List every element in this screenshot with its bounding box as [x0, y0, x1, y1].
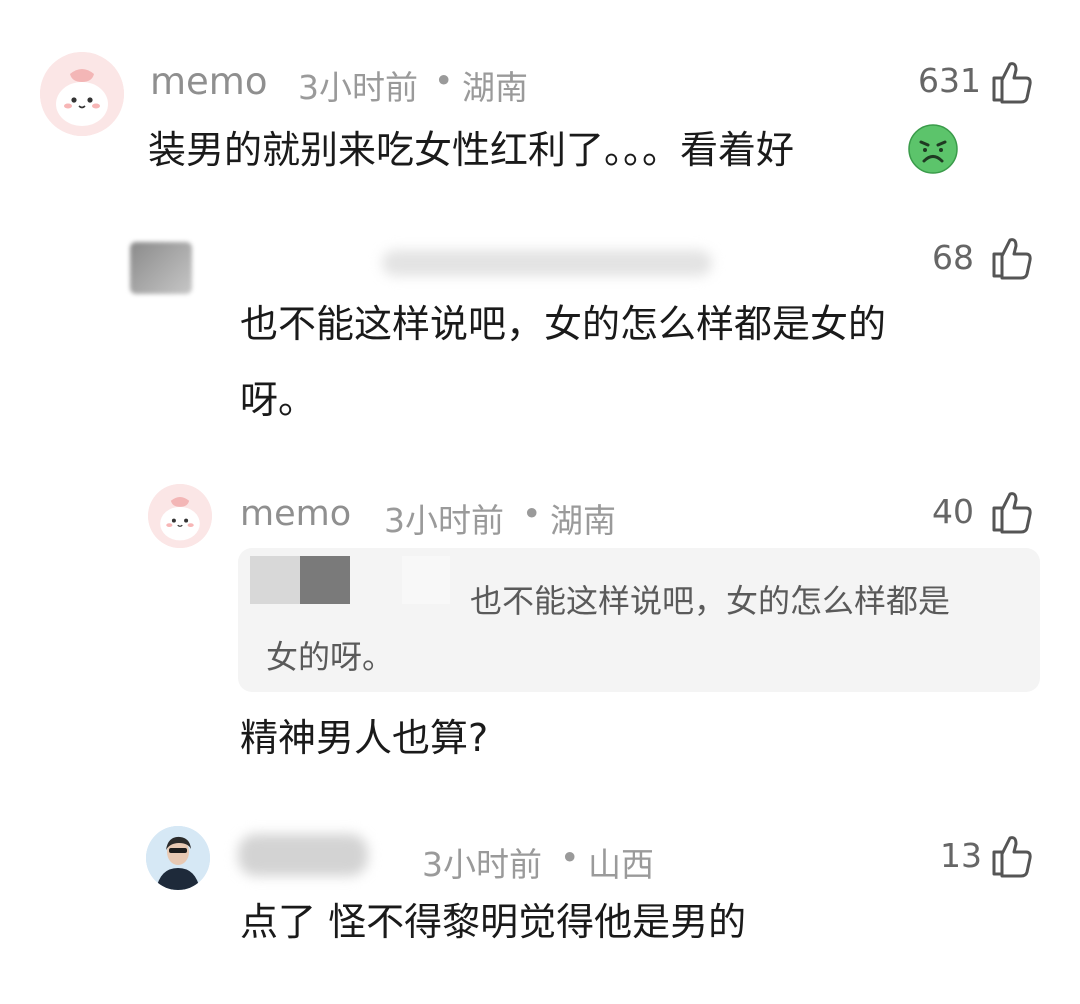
quoted-text-line-1: 也不能这样说吧，女的怎么样都是 [470, 582, 951, 620]
comment-text-line-2: 呀。 [240, 378, 317, 422]
thumbs-up-icon[interactable] [990, 832, 1034, 878]
thumbs-up-icon[interactable] [990, 488, 1034, 534]
like-count: 13 [940, 836, 982, 875]
avatar[interactable] [130, 242, 192, 294]
quoted-user-redacted [402, 556, 450, 604]
like-count: 40 [932, 492, 974, 531]
location: 湖南 [462, 68, 528, 107]
location: 湖南 [550, 501, 616, 540]
username[interactable]: memo [150, 60, 268, 103]
quoted-text-line-2: 女的呀。 [266, 638, 395, 676]
person-photo-icon [146, 826, 210, 890]
avatar[interactable] [146, 826, 210, 890]
thumbs-up-icon[interactable] [990, 234, 1034, 280]
cartoon-avatar-icon [148, 484, 212, 548]
comment-text-line-1: 也不能这样说吧，女的怎么样都是女的 [240, 302, 887, 346]
comment-text: 点了 怪不得黎明觉得他是男的 [240, 900, 747, 944]
username-redacted [238, 834, 368, 876]
like-count: 68 [932, 238, 974, 277]
separator-dot: • [560, 838, 580, 877]
quoted-user-redacted [250, 556, 302, 604]
cartoon-avatar-icon [40, 52, 124, 136]
timestamp: 3小时前 [384, 501, 504, 540]
comment-text: 精神男人也算? [240, 716, 489, 760]
timestamp: 3小时前 [298, 68, 418, 107]
location: 山西 [588, 845, 654, 884]
avatar[interactable] [148, 484, 212, 548]
separator-dot: • [434, 61, 454, 100]
username-redacted [382, 250, 712, 276]
avatar[interactable] [40, 52, 124, 136]
like-count: 631 [918, 61, 981, 100]
username[interactable]: memo [240, 494, 351, 534]
timestamp: 3小时前 [422, 845, 542, 884]
quoted-user-redacted [300, 556, 350, 604]
comment-text: 装男的就别来吃女性红利了。。。看着好 [148, 128, 795, 172]
separator-dot: • [522, 494, 542, 533]
quoted-reply-box[interactable]: 也不能这样说吧，女的怎么样都是 女的呀。 [238, 548, 1040, 692]
thumbs-up-icon[interactable] [990, 58, 1034, 104]
nauseated-face-icon [908, 124, 958, 174]
